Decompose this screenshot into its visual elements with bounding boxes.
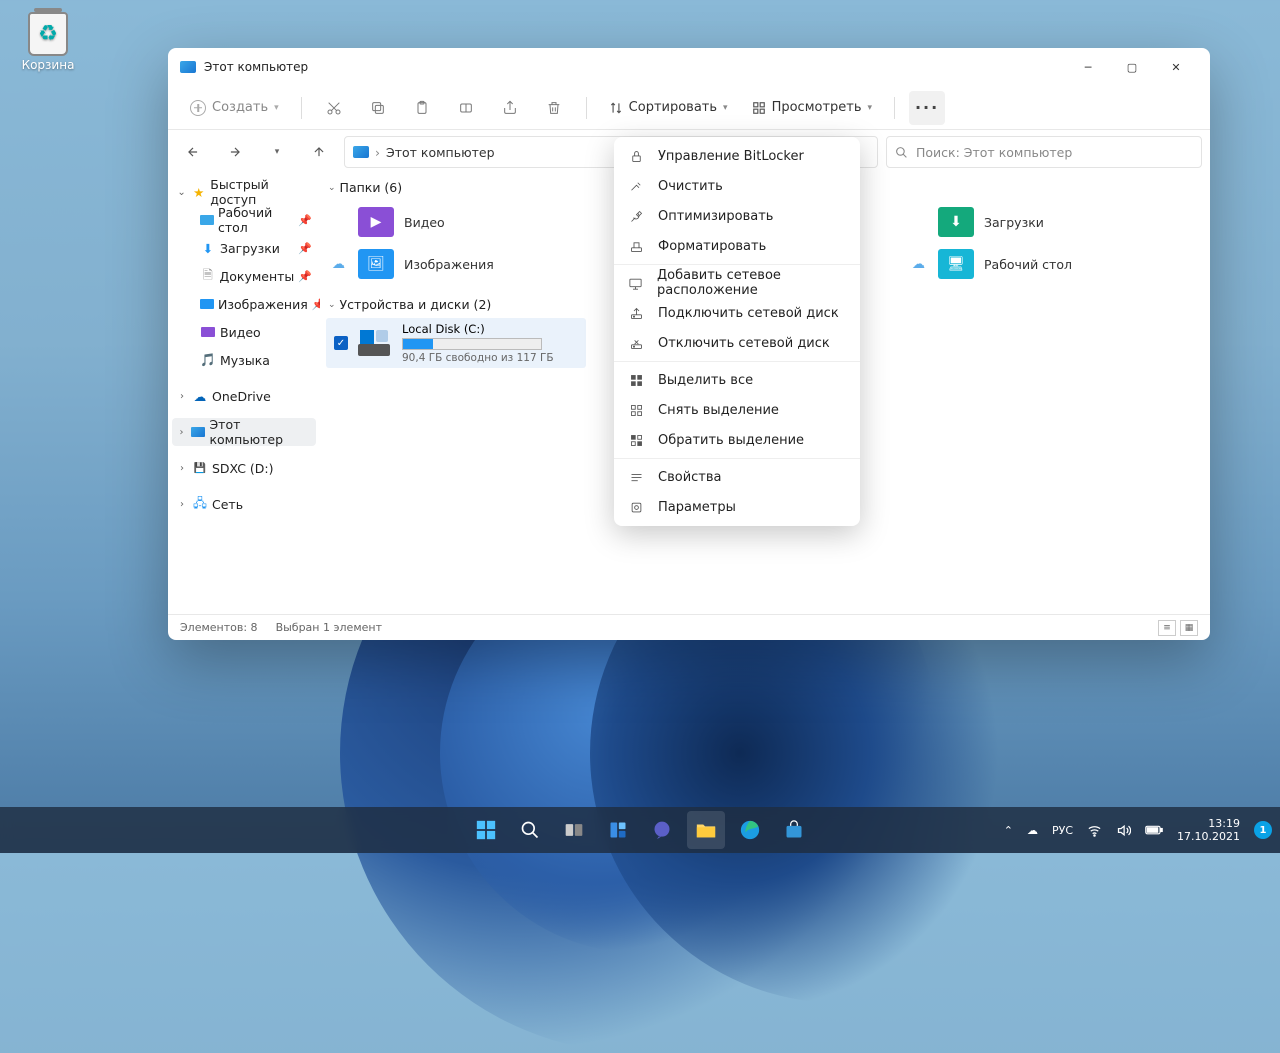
ctx-cleanup[interactable]: Очистить	[614, 171, 860, 201]
store-button[interactable]	[775, 811, 813, 849]
plus-icon	[190, 100, 206, 116]
tray-notifications[interactable]: 1	[1254, 821, 1272, 839]
paste-button[interactable]	[404, 91, 440, 125]
forward-button[interactable]	[218, 135, 252, 169]
tray-language[interactable]: РУС	[1052, 824, 1073, 837]
folder-desktop[interactable]: ☁ 🖥 Рабочий стол	[906, 243, 1166, 285]
recent-button[interactable]: ▾	[260, 135, 294, 169]
ctx-optimize[interactable]: Оптимизировать	[614, 201, 860, 231]
sidebar-this-pc[interactable]: › Этот компьютер	[172, 418, 316, 446]
search-icon	[895, 146, 908, 159]
disk-icon	[356, 328, 392, 358]
recycle-bin[interactable]: Корзина	[12, 12, 84, 72]
new-button[interactable]: Создать ▾	[182, 96, 287, 120]
tray-wifi-icon[interactable]	[1087, 823, 1102, 838]
disk-subtitle: 90,4 ГБ свободно из 117 ГБ	[402, 352, 554, 364]
up-button[interactable]	[302, 135, 336, 169]
sidebar-item-music[interactable]: 🎵 Музыка	[168, 346, 320, 374]
taskview-button[interactable]	[555, 811, 593, 849]
ctx-options[interactable]: Параметры	[614, 492, 860, 522]
copy-button[interactable]	[360, 91, 396, 125]
search-input[interactable]: Поиск: Этот компьютер	[886, 136, 1202, 168]
ctx-bitlocker[interactable]: Управление BitLocker	[614, 141, 860, 171]
chat-button[interactable]	[643, 811, 681, 849]
cut-button[interactable]	[316, 91, 352, 125]
ctx-format[interactable]: Форматировать	[614, 231, 860, 261]
view-grid-button[interactable]: ▦	[1180, 620, 1198, 636]
ctx-properties[interactable]: Свойства	[614, 462, 860, 492]
taskbar[interactable]: ⌃ ☁ РУС 13:19 17.10.2021 1	[0, 807, 1280, 853]
close-button[interactable]: ✕	[1154, 51, 1198, 83]
ctx-disconnect-network-drive[interactable]: Отключить сетевой диск	[614, 328, 860, 358]
explorer-button[interactable]	[687, 811, 725, 849]
system-tray: ⌃ ☁ РУС 13:19 17.10.2021 1	[1004, 817, 1280, 843]
disk-name: Local Disk (C:)	[402, 322, 554, 336]
view-button[interactable]: Просмотреть ▾	[744, 96, 880, 119]
tray-clock[interactable]: 13:19 17.10.2021	[1177, 817, 1240, 843]
search-button[interactable]	[511, 811, 549, 849]
maximize-button[interactable]: ▢	[1110, 51, 1154, 83]
window-title: Этот компьютер	[204, 60, 1066, 74]
tray-chevron[interactable]: ⌃	[1004, 824, 1013, 837]
view-list-button[interactable]: ≡	[1158, 620, 1176, 636]
context-menu: Управление BitLocker Очистить Оптимизиро…	[614, 137, 860, 526]
sidebar-item-desktop[interactable]: Рабочий стол📌	[168, 206, 320, 234]
minimize-button[interactable]: ─	[1066, 51, 1110, 83]
edge-button[interactable]	[731, 811, 769, 849]
sidebar: ⌄★ Быстрый доступ Рабочий стол📌 ⬇ Загруз…	[168, 174, 320, 614]
recycle-bin-label: Корзина	[22, 58, 75, 72]
toolbar: Создать ▾ Сортировать ▾ Просмотреть ▾ ··…	[168, 86, 1210, 130]
more-button[interactable]: ···	[909, 91, 945, 125]
back-button[interactable]	[176, 135, 210, 169]
sidebar-item-documents[interactable]: 🗎 Документы📌	[168, 262, 320, 290]
sidebar-quick-access[interactable]: ⌄★ Быстрый доступ	[168, 178, 320, 206]
statusbar: Элементов: 8 Выбран 1 элемент ≡ ▦	[168, 614, 1210, 640]
delete-button[interactable]	[536, 91, 572, 125]
sidebar-onedrive[interactable]: ›☁ OneDrive	[168, 382, 320, 410]
disk-usage-bar	[402, 338, 542, 350]
sidebar-item-downloads[interactable]: ⬇ Загрузки📌	[168, 234, 320, 262]
ctx-add-network-location[interactable]: Добавить сетевое расположение	[614, 268, 860, 298]
ctx-select-all[interactable]: Выделить все	[614, 365, 860, 395]
titlebar[interactable]: Этот компьютер ─ ▢ ✕	[168, 48, 1210, 86]
sidebar-item-pictures[interactable]: Изображения📌	[168, 290, 320, 318]
tray-volume-icon[interactable]	[1116, 823, 1131, 838]
folder-videos[interactable]: ▶ Видео	[326, 201, 586, 243]
share-button[interactable]	[492, 91, 528, 125]
rename-button[interactable]	[448, 91, 484, 125]
pc-icon	[353, 146, 369, 158]
folder-downloads[interactable]: ⬇ Загрузки	[906, 201, 1166, 243]
status-count: Элементов: 8	[180, 621, 258, 634]
folder-pictures[interactable]: ☁ 🖼 Изображения	[326, 243, 586, 285]
cloud-icon: ☁	[912, 257, 928, 272]
tray-onedrive-icon[interactable]: ☁	[1027, 824, 1038, 837]
sort-button[interactable]: Сортировать ▾	[601, 96, 736, 119]
recycle-bin-icon	[28, 12, 68, 56]
widgets-button[interactable]	[599, 811, 637, 849]
disk-local-c[interactable]: ✓ Local Disk (C:) 90,4 ГБ свободно из 11…	[326, 318, 586, 368]
ctx-invert-selection[interactable]: Обратить выделение	[614, 425, 860, 455]
start-button[interactable]	[467, 811, 505, 849]
ctx-select-none[interactable]: Снять выделение	[614, 395, 860, 425]
window-icon	[180, 61, 196, 73]
cloud-icon: ☁	[332, 257, 348, 272]
status-selected: Выбран 1 элемент	[276, 621, 382, 634]
sidebar-item-videos[interactable]: Видео	[168, 318, 320, 346]
ctx-map-network-drive[interactable]: Подключить сетевой диск	[614, 298, 860, 328]
sidebar-network[interactable]: ›🖧 Сеть	[168, 490, 320, 518]
tray-battery-icon[interactable]	[1145, 824, 1163, 836]
disk-checkbox[interactable]: ✓	[334, 336, 348, 350]
sidebar-sdxc[interactable]: ›💾 SDXC (D:)	[168, 454, 320, 482]
